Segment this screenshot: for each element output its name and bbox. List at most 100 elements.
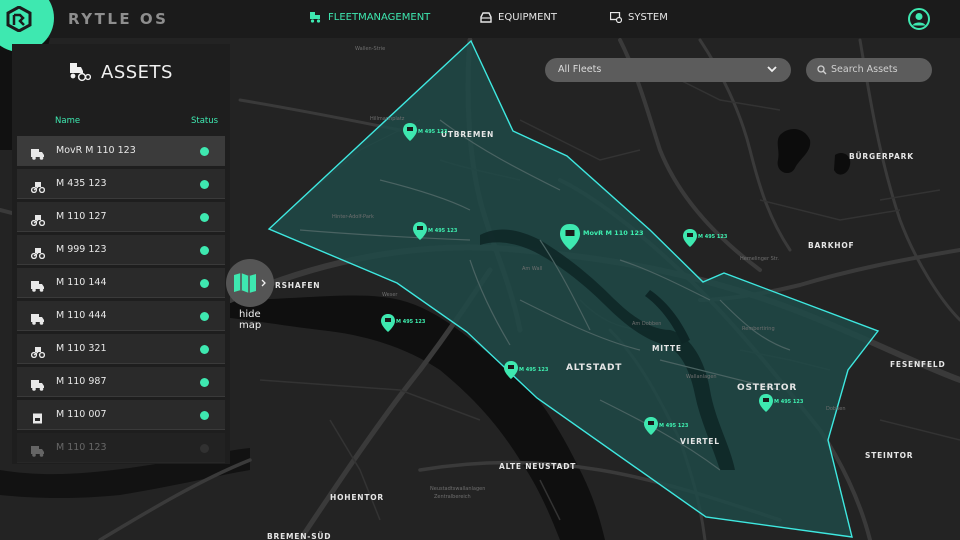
street-label: Hinter-Adolf-Park <box>332 214 374 220</box>
bike-icon <box>30 211 46 230</box>
asset-row[interactable]: M 110 127 <box>17 202 225 232</box>
asset-name: M 110 444 <box>56 310 107 321</box>
panel-title: ASSETS <box>101 61 173 83</box>
status-indicator <box>200 246 209 255</box>
district-label: BREMEN-SÜD <box>267 532 331 540</box>
asset-row[interactable]: M 435 123 <box>17 169 225 199</box>
column-header-status[interactable]: Status <box>191 116 218 126</box>
asset-row[interactable]: M 110 321 <box>17 334 225 364</box>
street-label: Dobben <box>826 406 846 412</box>
asset-row[interactable]: MovR M 110 123 <box>17 136 225 166</box>
status-indicator <box>200 279 209 288</box>
asset-name: M 110 123 <box>56 442 107 453</box>
asset-name: M 110 007 <box>56 409 107 420</box>
marker-label: M 495 123 <box>519 367 549 373</box>
street-label: Rembertiring <box>742 326 775 332</box>
brand-name: RYTLE OS <box>68 10 169 28</box>
street-label: Am Dobben <box>632 321 661 327</box>
assets-panel: ASSETS Name Status MovR M 110 123 M 435 1… <box>12 44 230 464</box>
asset-name: M 110 144 <box>56 277 107 288</box>
truck-icon <box>31 442 45 461</box>
district-label: RSHAFEN <box>275 281 320 290</box>
nav-equipment[interactable]: EQUIPMENT <box>480 12 557 23</box>
status-indicator <box>200 411 209 420</box>
asset-row[interactable]: M 110 007 <box>17 400 225 430</box>
user-icon <box>908 8 930 30</box>
district-label: OSTERTOR <box>737 383 797 393</box>
marker-label: M 495 123 <box>698 234 728 240</box>
nav-fleetmanagement[interactable]: FLEETMANAGEMENT <box>310 12 430 23</box>
asset-name: M 999 123 <box>56 244 107 255</box>
asset-row[interactable]: M 110 144 <box>17 268 225 298</box>
map-icon <box>234 273 256 293</box>
chevron-down-icon <box>767 66 777 73</box>
logo-icon <box>6 6 32 32</box>
hide-map-label[interactable]: hide map <box>239 309 269 331</box>
chevron-right-icon <box>261 279 266 287</box>
status-indicator <box>200 378 209 387</box>
asset-row[interactable]: M 110 123 <box>17 433 225 463</box>
asset-name: M 110 987 <box>56 376 107 387</box>
street-label: Wallanlagen <box>686 374 717 380</box>
district-label: MITTE <box>652 344 682 353</box>
asset-row[interactable]: M 110 987 <box>17 367 225 397</box>
top-bar: RYTLE OS FLEETMANAGEMENT EQUIPMENT SYSTE… <box>0 0 960 52</box>
district-label: UTBREMEN <box>441 130 494 139</box>
marker-label: M 495 123 <box>774 399 804 405</box>
system-icon <box>610 12 622 23</box>
nav-label: SYSTEM <box>628 12 668 23</box>
status-indicator <box>200 180 209 189</box>
asset-name: M 110 127 <box>56 211 107 222</box>
fleet-icon <box>310 12 321 23</box>
street-label: Neustadtswallanlagen <box>430 486 485 492</box>
marker-label: MovR M 110 123 <box>583 229 644 237</box>
truck-icon <box>31 145 45 164</box>
panel-header: ASSETS <box>12 44 230 100</box>
asset-name: M 435 123 <box>56 178 107 189</box>
column-header-name[interactable]: Name <box>55 116 80 126</box>
district-label: BÜRGERPARK <box>849 152 914 161</box>
marker-label: M 495 123 <box>428 228 458 234</box>
bike-icon <box>30 343 46 362</box>
district-label: ALTSTADT <box>566 363 622 373</box>
fleet-select[interactable]: All Fleets <box>545 58 791 82</box>
asset-row[interactable]: M 110 444 <box>17 301 225 331</box>
nav-system[interactable]: SYSTEM <box>610 12 668 23</box>
bike-icon <box>30 178 46 197</box>
marker-label: M 495 123 <box>396 319 426 325</box>
search-input[interactable]: Search Assets <box>806 58 932 82</box>
status-indicator <box>200 444 209 453</box>
bike-icon <box>30 244 46 263</box>
street-label: Wallen-Strie <box>355 46 385 52</box>
status-indicator <box>200 147 209 156</box>
nav-label: EQUIPMENT <box>498 12 558 23</box>
marker-label: M 495 123 <box>418 129 448 135</box>
district-label: HOHENTOR <box>330 493 384 502</box>
truck-icon <box>31 376 45 395</box>
marker-label: M 495 123 <box>659 423 689 429</box>
search-placeholder: Search Assets <box>831 64 898 75</box>
assets-icon <box>70 63 92 82</box>
status-indicator <box>200 312 209 321</box>
street-label: Hillmannplatz <box>370 116 405 122</box>
asset-row[interactable]: M 999 123 <box>17 235 225 265</box>
equipment-icon <box>480 12 492 23</box>
asset-name: M 110 321 <box>56 343 107 354</box>
street-label: Zentralbereich <box>434 494 471 500</box>
truck-icon <box>31 277 45 296</box>
district-label: FESENFELD <box>890 360 946 369</box>
search-icon <box>817 65 827 75</box>
district-label: STEINTOR <box>865 451 913 460</box>
district-label: VIERTEL <box>680 437 720 446</box>
fleet-select-value: All Fleets <box>558 64 602 75</box>
nav-label: FLEETMANAGEMENT <box>328 12 431 23</box>
status-indicator <box>200 213 209 222</box>
hide-map-button[interactable] <box>226 259 274 307</box>
truck-icon <box>31 310 45 329</box>
user-account-button[interactable] <box>908 8 930 30</box>
container-icon <box>31 409 45 428</box>
street-label: Hemelinger Str. <box>740 256 779 262</box>
asset-name: MovR M 110 123 <box>56 145 136 156</box>
street-label: Am Wall <box>522 266 542 272</box>
district-label: BARKHOF <box>808 241 854 250</box>
